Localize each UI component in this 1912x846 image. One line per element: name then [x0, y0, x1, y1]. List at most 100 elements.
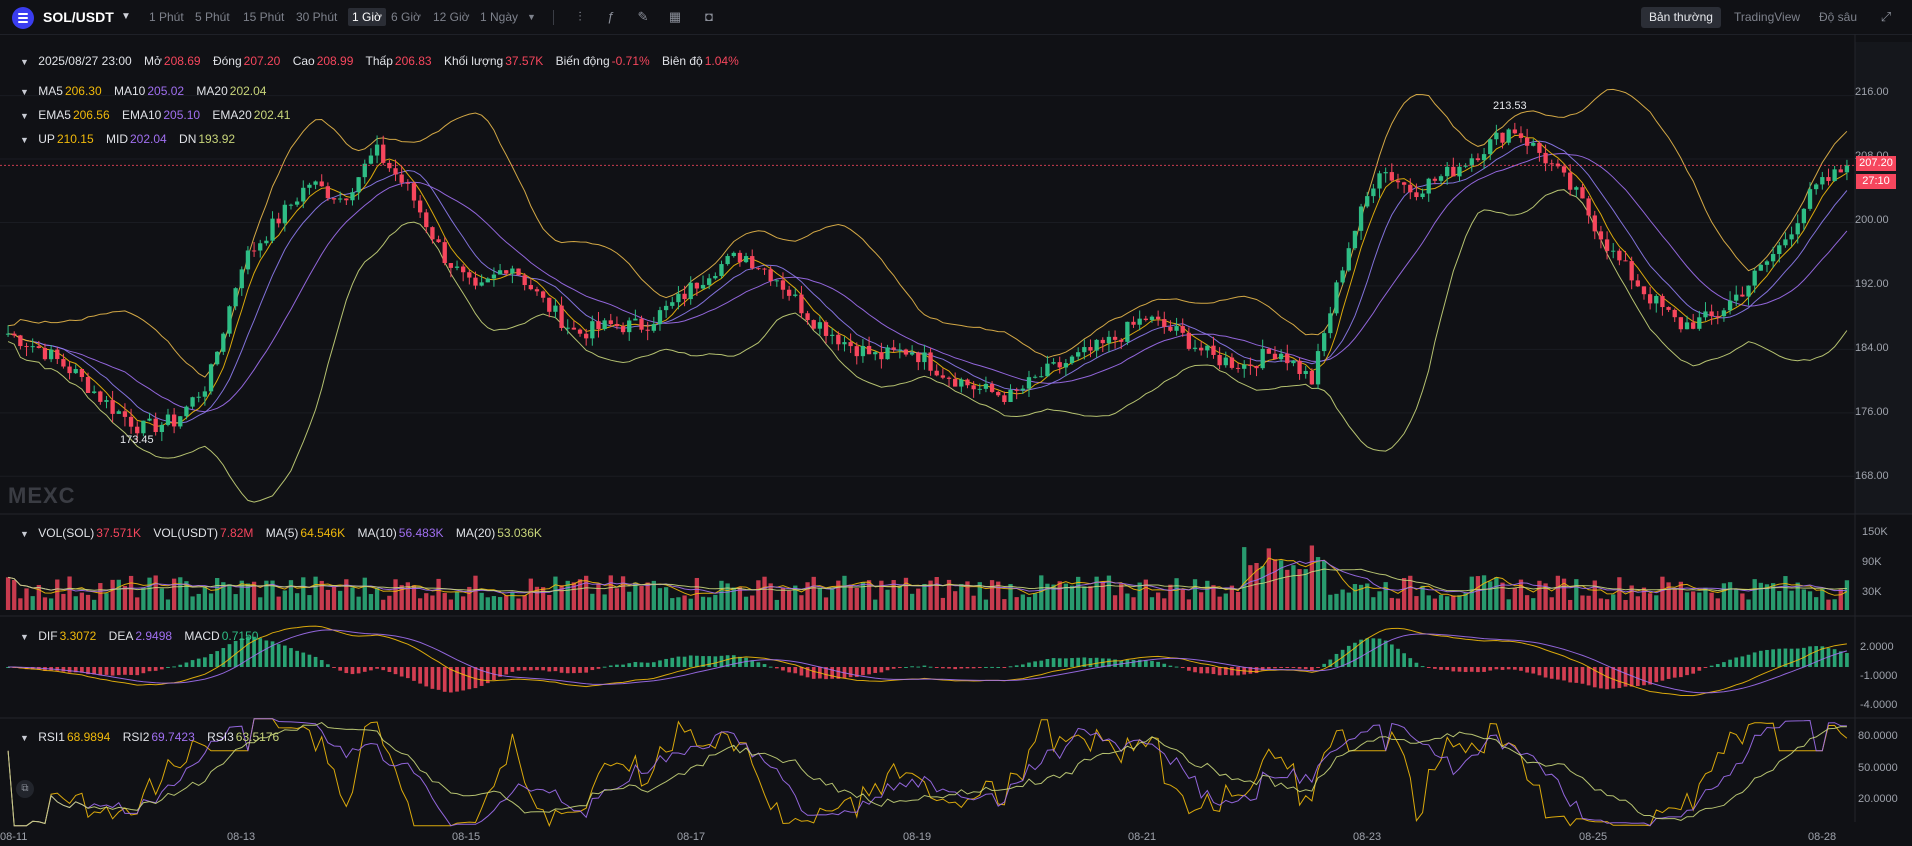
candle-body — [620, 326, 626, 333]
volume-bar — [547, 594, 552, 610]
candle-body — [1531, 142, 1536, 146]
macd-histogram-bar — [504, 667, 509, 675]
volume-bar — [153, 575, 158, 610]
volume-bar — [344, 579, 349, 610]
volume-bar — [1740, 593, 1745, 610]
macd-histogram-bar — [264, 640, 269, 667]
low-annotation: 173.45 — [120, 434, 154, 446]
volume-bar — [362, 577, 367, 610]
macd-histogram-bar — [910, 666, 914, 668]
collapse-caret-icon[interactable]: ▼ — [20, 529, 29, 539]
volume-bar — [1654, 595, 1659, 610]
candle-body — [614, 324, 620, 327]
vol-tick: 90K — [1862, 556, 1882, 568]
candle-body — [1217, 354, 1222, 366]
collapse-caret-icon[interactable]: ▼ — [20, 135, 29, 145]
ohlc-legend: ▼ 2025/08/27 23:00 Mở 208.69 Đóng 207.20 C… — [20, 54, 748, 68]
macd-histogram-bar — [1543, 667, 1548, 678]
volume-bar — [620, 576, 626, 610]
macd-histogram-bar — [1525, 667, 1529, 673]
macd-histogram-bar — [516, 667, 521, 671]
candle-body — [1137, 318, 1142, 325]
macd-histogram-bar — [1599, 667, 1603, 689]
macd-histogram-bar — [1045, 659, 1050, 667]
volume-bar — [1322, 560, 1327, 610]
macd-histogram-bar — [1672, 667, 1677, 678]
price-chart-canvas[interactable] — [0, 0, 1912, 846]
candle-body — [92, 391, 97, 393]
candle-body — [1242, 364, 1247, 369]
volume-bar — [1014, 597, 1019, 610]
candle-body — [128, 416, 134, 427]
macd-histogram-bar — [602, 666, 607, 668]
candle-body — [1235, 367, 1241, 369]
macd-histogram-bar — [362, 667, 367, 672]
macd-histogram-bar — [627, 663, 632, 667]
macd-histogram-bar — [289, 648, 293, 667]
volume-bar — [1814, 597, 1819, 610]
volume-bar — [633, 582, 638, 610]
boll-dn-label: DN — [179, 132, 197, 146]
candle-body — [178, 416, 183, 427]
candle-body — [1635, 280, 1640, 287]
macd-histogram-bar — [1291, 667, 1296, 668]
candle-body — [393, 168, 398, 175]
collapse-caret-icon[interactable]: ▼ — [20, 87, 29, 97]
volume-bar — [627, 591, 632, 610]
rsi3-label: RSI3 — [207, 730, 234, 744]
candle-body — [12, 333, 17, 336]
time-tick: 08-23 — [1353, 831, 1382, 843]
volume-bar — [983, 599, 989, 610]
candle-body — [909, 352, 915, 355]
candle-body — [1445, 166, 1450, 177]
macd-histogram-bar — [1027, 662, 1031, 667]
macd-histogram-bar — [1519, 667, 1523, 671]
macd-histogram-bar — [313, 656, 318, 667]
candle-body — [1795, 223, 1800, 235]
volume-bar — [1838, 589, 1843, 610]
volume-bar — [30, 596, 35, 610]
candle-body — [1254, 365, 1259, 369]
volume-bar — [1272, 559, 1278, 610]
boll-dn-value: 193.92 — [198, 132, 236, 146]
macd-histogram-bar — [1666, 667, 1671, 679]
macd-histogram-bar — [1765, 649, 1769, 667]
collapse-caret-icon[interactable]: ▼ — [20, 733, 29, 743]
volume-bar — [393, 579, 398, 610]
candle-body — [307, 184, 312, 188]
macd-histogram-bar — [1322, 663, 1327, 667]
candle-body — [811, 320, 816, 329]
macd-histogram-bar — [424, 667, 429, 687]
volume-bar — [700, 596, 706, 610]
volume-bar — [1328, 594, 1333, 610]
macd-histogram-bar — [971, 667, 976, 669]
rsi2-label: RSI2 — [122, 730, 150, 744]
candle-body — [344, 198, 349, 201]
volume-bar — [1340, 589, 1345, 610]
candle-body — [977, 388, 982, 390]
macd-histogram-bar — [455, 667, 459, 692]
collapse-caret-icon[interactable]: ▼ — [20, 632, 29, 642]
macd-histogram-bar — [510, 667, 515, 672]
macd-histogram-bar — [1266, 667, 1271, 669]
layers-icon[interactable]: ⧉ — [16, 780, 34, 798]
volume-bar — [48, 598, 54, 610]
candle-body — [897, 349, 902, 351]
macd-histogram-bar — [129, 667, 133, 675]
candle-body — [1734, 294, 1739, 301]
macd-histogram-bar — [1838, 651, 1843, 667]
collapse-caret-icon[interactable]: ▼ — [20, 111, 29, 121]
macd-histogram-bar — [990, 666, 994, 668]
macd-histogram-bar — [282, 645, 287, 667]
macd-histogram-bar — [947, 667, 951, 669]
candle-body — [1032, 376, 1038, 378]
candle-body — [1807, 189, 1813, 209]
volume-bar — [1426, 595, 1431, 610]
macd-histogram-bar — [1143, 660, 1148, 667]
collapse-caret-icon[interactable]: ▼ — [20, 57, 29, 67]
candle-body — [885, 347, 890, 360]
candle-body — [516, 268, 521, 276]
candle-body — [547, 297, 552, 312]
candle-body — [276, 218, 281, 224]
volume-bar — [1057, 581, 1062, 610]
